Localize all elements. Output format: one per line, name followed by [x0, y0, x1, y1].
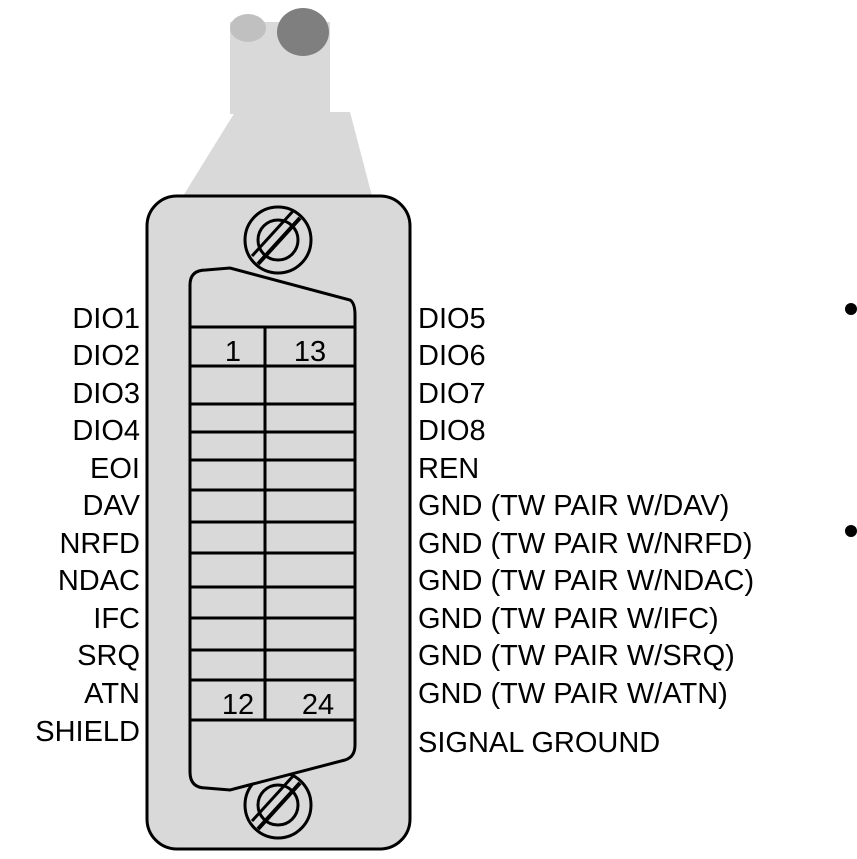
- cable-end-highlight: [230, 14, 266, 42]
- right-pin-labels: DIO5 DIO6 DIO7 DIO8 REN GND (TW PAIR W/D…: [418, 303, 754, 759]
- top-screw-icon: [243, 205, 313, 275]
- bullet-dot-bottom: [845, 525, 857, 537]
- pin-label-gnd-srq: GND (TW PAIR W/SRQ): [418, 640, 735, 672]
- left-pin-labels: DIO1 DIO2 DIO3 DIO4 EOI DAV NRFD NDAC IF…: [35, 303, 140, 748]
- pin-label-gnd-dav: GND (TW PAIR W/DAV): [418, 490, 729, 522]
- pin-label-dio4: DIO4: [72, 415, 140, 447]
- bullet-dot-top: [845, 303, 857, 315]
- pin-label-dio1: DIO1: [72, 303, 140, 335]
- pin-label-dio5: DIO5: [418, 303, 486, 335]
- pin-number-12: 12: [222, 689, 254, 721]
- pin-label-srq: SRQ: [77, 640, 140, 672]
- pin-number-24: 24: [302, 689, 334, 721]
- pin-label-dio2: DIO2: [72, 340, 140, 372]
- pin-label-ndac: NDAC: [58, 565, 140, 597]
- pin-label-gnd-ndac: GND (TW PAIR W/NDAC): [418, 565, 754, 597]
- pin-label-signal-ground: SIGNAL GROUND: [418, 727, 660, 759]
- pin-label-gnd-ifc: GND (TW PAIR W/IFC): [418, 603, 719, 635]
- pin-label-dio8: DIO8: [418, 415, 486, 447]
- pin-label-atn: ATN: [84, 678, 140, 710]
- cable: [183, 8, 372, 196]
- pin-number-13: 13: [294, 336, 326, 368]
- pin-label-ren: REN: [418, 453, 479, 485]
- pin-label-dio6: DIO6: [418, 340, 486, 372]
- pin-label-eoi: EOI: [90, 453, 140, 485]
- pin-label-gnd-atn: GND (TW PAIR W/ATN): [418, 678, 728, 710]
- cable-tip: [277, 8, 329, 56]
- pin-label-shield: SHIELD: [35, 716, 140, 748]
- pin-label-dio7: DIO7: [418, 378, 486, 410]
- pin-label-dio3: DIO3: [72, 378, 140, 410]
- pin-label-dav: DAV: [83, 490, 141, 522]
- pin-label-ifc: IFC: [93, 603, 140, 635]
- gpib-connector-diagram: 1 13 12 24 DIO1 DIO2 DIO3 DIO4 EOI DAV N…: [35, 8, 857, 851]
- pin-label-nrfd: NRFD: [59, 528, 140, 560]
- pin-number-1: 1: [225, 336, 241, 368]
- cable-strain-relief: [183, 112, 372, 196]
- pin-label-gnd-nrfd: GND (TW PAIR W/NRFD): [418, 528, 753, 560]
